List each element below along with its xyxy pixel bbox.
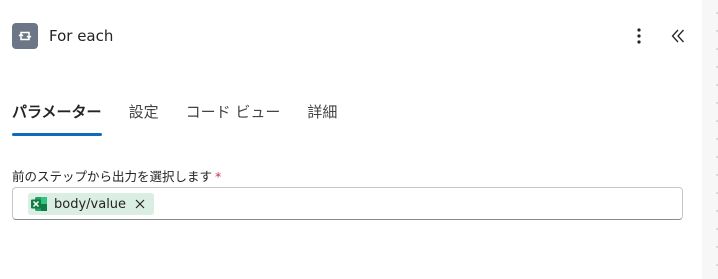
action-details-panel: For each パラメーター 設定 コード ビュー 詳細 前のステップから出力… [0,0,702,279]
tab-details[interactable]: 詳細 [307,98,337,135]
tab-list: パラメーター 設定 コード ビュー 詳細 [12,98,364,138]
action-title[interactable]: For each [49,27,113,45]
double-chevron-left-icon [671,29,684,43]
more-options-button[interactable] [628,25,650,47]
tab-code-view[interactable]: コード ビュー [186,98,281,135]
close-icon [135,199,145,209]
field-label-text: 前のステップから出力を選択します [12,169,213,184]
panel-header: For each [12,22,113,50]
field-label: 前のステップから出力を選択します * [12,166,221,185]
output-select-input[interactable]: body/value [12,187,683,220]
more-vertical-icon [637,28,641,44]
canvas-background [702,0,718,279]
excel-icon [30,195,48,213]
loop-icon [12,23,38,49]
tab-settings[interactable]: 設定 [129,98,159,135]
token-label: body/value [54,196,127,212]
token-remove-button[interactable] [134,198,146,210]
required-indicator: * [215,169,222,184]
collapse-panel-button[interactable] [666,25,690,47]
dynamic-content-token[interactable]: body/value [28,193,155,215]
tab-parameters[interactable]: パラメーター [12,98,102,136]
